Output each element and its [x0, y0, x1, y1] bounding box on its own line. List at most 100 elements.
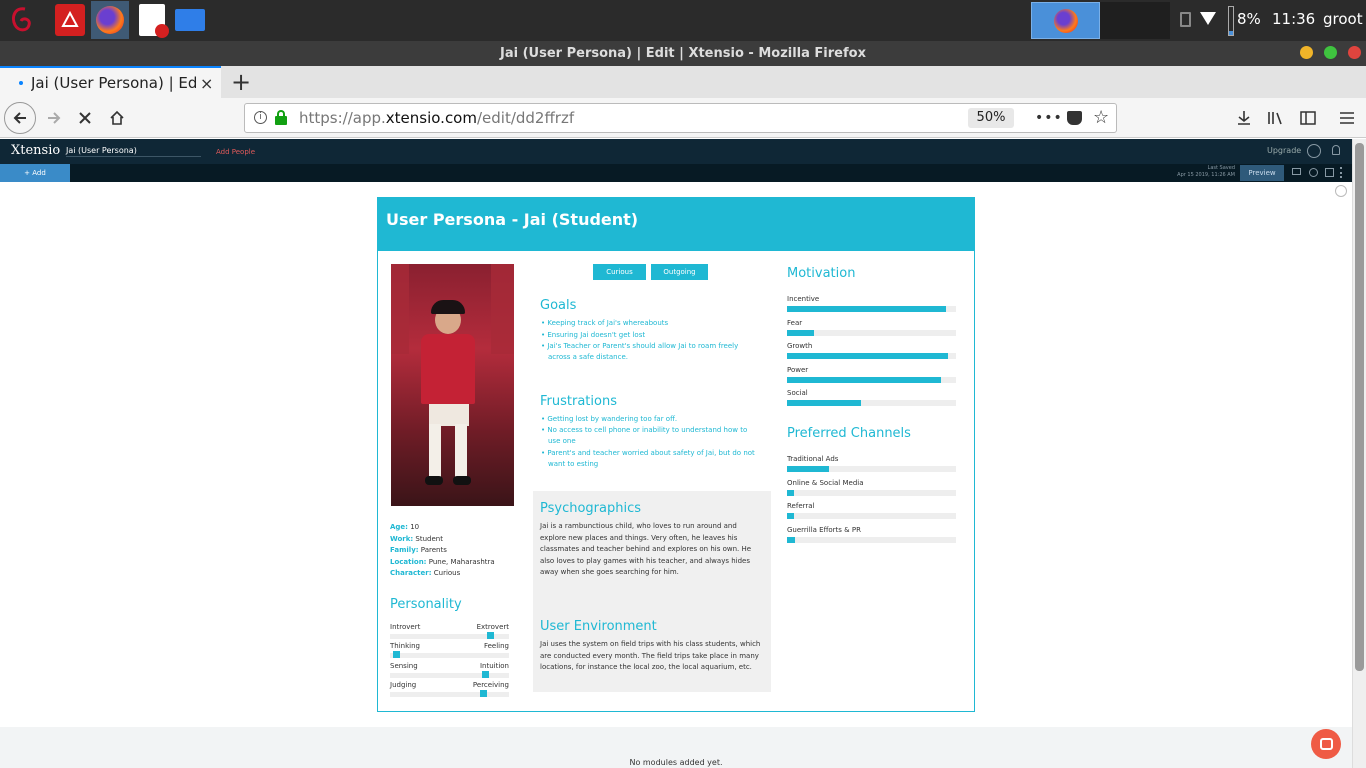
back-arrow-icon[interactable] [4, 102, 36, 134]
persona-card[interactable]: User Persona - Jai (Student) Curious Out… [377, 197, 975, 712]
tag-outgoing[interactable]: Outgoing [651, 264, 708, 280]
persona-title[interactable]: User Persona - Jai (Student) [386, 210, 638, 229]
motivation-label[interactable]: Incentive [787, 295, 819, 303]
url-text[interactable]: https://app.xtensio.com/edit/dd2ffrzf [299, 109, 574, 127]
maximize-button[interactable] [1324, 46, 1337, 59]
upgrade-link[interactable]: Upgrade [1267, 146, 1301, 155]
channel-label[interactable]: Traditional Ads [787, 455, 838, 463]
url-bar[interactable]: i https://app.xtensio.com/edit/dd2ffrzf … [244, 103, 1117, 133]
hamburger-menu-icon[interactable] [1335, 106, 1359, 130]
frustration-item[interactable]: • Getting lost by wandering too far off. [541, 414, 763, 425]
info-work[interactable]: Work: Student [390, 535, 443, 543]
motivation-bar-track[interactable] [787, 400, 956, 406]
page-scrollbar[interactable] [1352, 139, 1366, 768]
psychographics-text[interactable]: Jai is a rambunctious child, who loves t… [540, 521, 765, 579]
persona-photo[interactable] [391, 264, 514, 506]
close-window-button[interactable] [1348, 46, 1361, 59]
goals-title[interactable]: Goals [540, 298, 576, 313]
personality-slider-knob[interactable] [393, 651, 400, 659]
personality-slider[interactable] [390, 632, 509, 639]
library-icon[interactable] [1264, 106, 1288, 130]
stop-loading-icon[interactable] [73, 106, 97, 130]
firefox-launcher-icon[interactable] [91, 1, 129, 39]
clipboard-icon[interactable] [1180, 12, 1191, 27]
wifi-icon[interactable] [1200, 12, 1216, 25]
pdf-reader-icon[interactable] [52, 2, 88, 38]
debian-menu-icon[interactable] [4, 2, 40, 38]
goal-item[interactable]: • Keeping track of Jai's whereabouts [541, 318, 763, 329]
channel-label[interactable]: Referral [787, 502, 815, 510]
more-options-icon[interactable] [1340, 167, 1342, 178]
motivation-label[interactable]: Power [787, 366, 808, 374]
forward-arrow-icon[interactable] [42, 106, 66, 130]
motivation-bar-track[interactable] [787, 353, 956, 359]
info-icon[interactable]: i [254, 111, 267, 124]
info-age[interactable]: Age: 10 [390, 523, 419, 531]
new-tab-button[interactable]: + [230, 68, 252, 96]
preview-button[interactable]: Preview [1240, 165, 1284, 181]
clock[interactable]: 11:36 [1272, 10, 1315, 28]
bookmark-star-icon[interactable]: ☆ [1093, 107, 1109, 128]
psychographics-title[interactable]: Psychographics [540, 501, 641, 516]
file-manager-icon[interactable] [172, 2, 208, 38]
tab-active[interactable]: Jai (User Persona) | Edit | Xtensio × [0, 66, 221, 98]
info-location[interactable]: Location: Pune, Maharashtra [390, 558, 495, 566]
motivation-bar-track[interactable] [787, 306, 956, 312]
personality-slider[interactable] [390, 689, 509, 697]
channel-bar-track[interactable] [787, 466, 956, 472]
personality-slider[interactable] [390, 670, 509, 678]
add-module-button[interactable]: + Add [0, 164, 70, 182]
channel-bar-track[interactable] [787, 536, 956, 543]
lock-icon[interactable] [275, 110, 287, 125]
motivation-label[interactable]: Social [787, 389, 808, 397]
minimize-button[interactable] [1300, 46, 1313, 59]
firefox-window-button[interactable] [1031, 2, 1100, 39]
chat-support-button[interactable] [1311, 729, 1341, 759]
pocket-icon[interactable] [1067, 111, 1082, 125]
channel-label[interactable]: Guerrilla Efforts & PR [787, 526, 861, 534]
settings-gear-icon[interactable] [1335, 185, 1347, 197]
share-link-icon[interactable] [1309, 168, 1318, 177]
channel-label[interactable]: Online & Social Media [787, 479, 864, 487]
export-icon[interactable] [1325, 168, 1334, 177]
document-name-input[interactable]: Jai (User Persona) [66, 146, 201, 157]
info-character[interactable]: Character: Curious [390, 569, 460, 577]
scrollbar-thumb[interactable] [1355, 143, 1364, 671]
download-icon[interactable] [1232, 106, 1256, 130]
frustrations-title[interactable]: Frustrations [540, 394, 617, 409]
frustration-item[interactable]: • Parent's and teacher worried about saf… [541, 448, 763, 470]
page-actions-icon[interactable]: ••• [1035, 110, 1063, 126]
account-icon[interactable] [1307, 144, 1321, 158]
motivation-bar-track[interactable] [787, 376, 956, 383]
info-family[interactable]: Family: Parents [390, 546, 447, 554]
home-icon[interactable] [105, 106, 129, 130]
environment-title[interactable]: User Environment [540, 619, 657, 634]
tag-curious[interactable]: Curious [593, 264, 646, 280]
channel-bar-track[interactable] [787, 513, 956, 519]
sidebar-icon[interactable] [1296, 106, 1320, 130]
channels-title[interactable]: Preferred Channels [787, 426, 911, 441]
personality-slider-knob[interactable] [487, 632, 494, 639]
motivation-bar-track[interactable] [787, 329, 956, 336]
environment-text[interactable]: Jai uses the system on field trips with … [540, 639, 765, 674]
goal-item[interactable]: • Ensuring Jai doesn't get lost [541, 330, 763, 341]
user-name[interactable]: groot [1323, 10, 1363, 28]
zoom-level-badge[interactable]: 50% [968, 108, 1014, 128]
text-editor-icon[interactable] [134, 2, 170, 38]
goal-item[interactable]: • Jai's Teacher or Parent's should allow… [541, 341, 761, 363]
present-icon[interactable] [1292, 168, 1301, 175]
motivation-title[interactable]: Motivation [787, 266, 855, 281]
tab-close-icon[interactable]: × [200, 74, 213, 93]
personality-title[interactable]: Personality [390, 597, 462, 612]
channel-bar-track[interactable] [787, 489, 956, 496]
personality-slider[interactable] [390, 651, 509, 659]
personality-slider-knob[interactable] [482, 670, 489, 678]
frustration-item[interactable]: • No access to cell phone or inability t… [541, 425, 761, 447]
add-people-button[interactable]: Add People [216, 148, 255, 156]
personality-slider-knob[interactable] [480, 689, 487, 697]
notification-bell-icon[interactable] [1332, 145, 1340, 155]
xtensio-logo[interactable]: Xtensio [11, 143, 60, 158]
motivation-label[interactable]: Fear [787, 319, 802, 327]
battery-icon[interactable] [1228, 6, 1234, 36]
motivation-label[interactable]: Growth [787, 342, 812, 350]
